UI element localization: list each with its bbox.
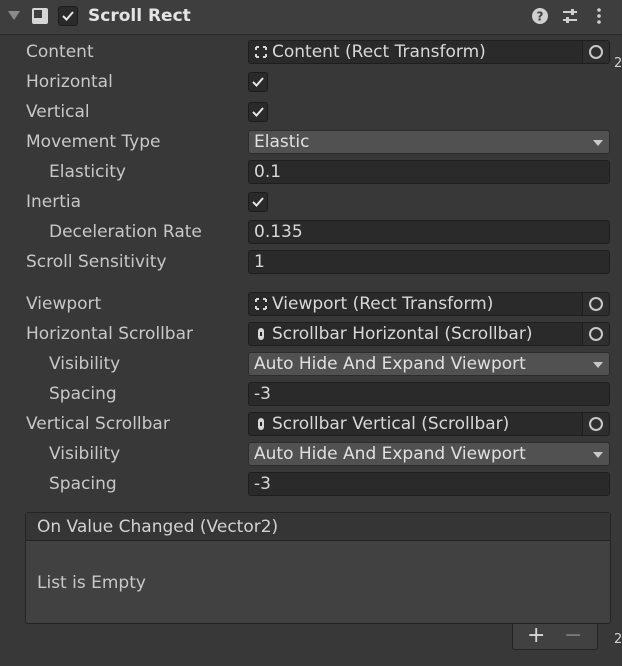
horizontal-scrollbar-field[interactable]: Scrollbar Horizontal (Scrollbar) bbox=[248, 322, 610, 346]
viewport-label: Viewport bbox=[26, 294, 102, 314]
inertia-checkbox[interactable] bbox=[248, 192, 268, 212]
viewport-field[interactable]: Viewport (Rect Transform) bbox=[248, 292, 610, 316]
content-label: Content bbox=[26, 42, 94, 62]
checkmark-icon bbox=[252, 107, 264, 117]
foldout-arrow-icon[interactable] bbox=[8, 11, 20, 20]
object-picker-icon[interactable] bbox=[582, 413, 609, 435]
scrollbar-icon bbox=[258, 328, 264, 340]
vertical-label: Vertical bbox=[26, 102, 90, 122]
scroll-sensitivity-label: Scroll Sensitivity bbox=[26, 252, 167, 272]
vertical-scrollbar-label: Vertical Scrollbar bbox=[26, 414, 170, 434]
vertical-checkbox[interactable] bbox=[248, 102, 268, 122]
object-picker-icon[interactable] bbox=[582, 323, 609, 345]
more-menu-icon[interactable] bbox=[589, 6, 609, 26]
v-spacing-input[interactable]: -3 bbox=[248, 472, 610, 496]
checkmark-icon bbox=[252, 77, 264, 87]
v-spacing-label: Spacing bbox=[49, 474, 117, 494]
vertical-scrollbar-field[interactable]: Scrollbar Vertical (Scrollbar) bbox=[248, 412, 610, 436]
content-value: Content (Rect Transform) bbox=[272, 42, 486, 62]
movement-type-dropdown[interactable]: Elastic bbox=[248, 130, 610, 154]
component-icon bbox=[32, 8, 48, 24]
component-header: Scroll Rect ? bbox=[0, 0, 622, 35]
event-footer: + − bbox=[512, 623, 598, 650]
svg-text:?: ? bbox=[537, 10, 544, 24]
deceleration-rate-input[interactable]: 0.135 bbox=[248, 220, 610, 244]
chevron-down-icon bbox=[593, 140, 603, 146]
on-value-changed-event: On Value Changed (Vector2) List is Empty bbox=[25, 512, 611, 624]
object-picker-icon[interactable] bbox=[582, 41, 609, 63]
edge-mark-top: 2 bbox=[614, 56, 622, 71]
vertical-scrollbar-value: Scrollbar Vertical (Scrollbar) bbox=[272, 414, 510, 434]
scroll-sensitivity-input[interactable]: 1 bbox=[248, 250, 610, 274]
rect-transform-icon bbox=[255, 298, 267, 310]
v-visibility-label: Visibility bbox=[49, 444, 121, 464]
h-visibility-label: Visibility bbox=[49, 354, 121, 374]
horizontal-checkbox[interactable] bbox=[248, 72, 268, 92]
h-spacing-input[interactable]: -3 bbox=[248, 382, 610, 406]
horizontal-scrollbar-label: Horizontal Scrollbar bbox=[26, 324, 194, 344]
movement-type-label: Movement Type bbox=[26, 132, 161, 152]
content-field[interactable]: Content (Rect Transform) bbox=[248, 40, 610, 64]
h-visibility-value: Auto Hide And Expand Viewport bbox=[254, 354, 526, 374]
viewport-value: Viewport (Rect Transform) bbox=[272, 294, 494, 314]
inertia-label: Inertia bbox=[26, 192, 82, 212]
object-picker-icon[interactable] bbox=[582, 293, 609, 315]
remove-listener-button[interactable]: − bbox=[564, 623, 582, 648]
help-icon[interactable]: ? bbox=[530, 6, 550, 26]
chevron-down-icon bbox=[593, 452, 603, 458]
event-empty-text: List is Empty bbox=[37, 573, 146, 593]
h-spacing-label: Spacing bbox=[49, 384, 117, 404]
checkmark-icon bbox=[252, 197, 264, 207]
add-listener-button[interactable]: + bbox=[527, 623, 545, 648]
scrollbar-icon bbox=[258, 418, 264, 430]
elasticity-input[interactable]: 0.1 bbox=[248, 160, 610, 184]
horizontal-scrollbar-value: Scrollbar Horizontal (Scrollbar) bbox=[272, 324, 533, 344]
h-visibility-dropdown[interactable]: Auto Hide And Expand Viewport bbox=[248, 352, 610, 376]
v-visibility-dropdown[interactable]: Auto Hide And Expand Viewport bbox=[248, 442, 610, 466]
edge-mark-bottom: 2 bbox=[614, 632, 622, 647]
component-title: Scroll Rect bbox=[88, 6, 191, 26]
enabled-checkbox[interactable] bbox=[58, 6, 78, 26]
movement-type-value: Elastic bbox=[254, 132, 310, 152]
elasticity-label: Elasticity bbox=[49, 162, 126, 182]
event-title: On Value Changed (Vector2) bbox=[26, 513, 610, 541]
chevron-down-icon bbox=[593, 362, 603, 368]
deceleration-rate-label: Deceleration Rate bbox=[49, 222, 202, 242]
horizontal-label: Horizontal bbox=[26, 72, 113, 92]
preset-icon[interactable] bbox=[560, 6, 580, 26]
checkmark-icon bbox=[62, 11, 74, 21]
rect-transform-icon bbox=[255, 46, 267, 58]
v-visibility-value: Auto Hide And Expand Viewport bbox=[254, 444, 526, 464]
